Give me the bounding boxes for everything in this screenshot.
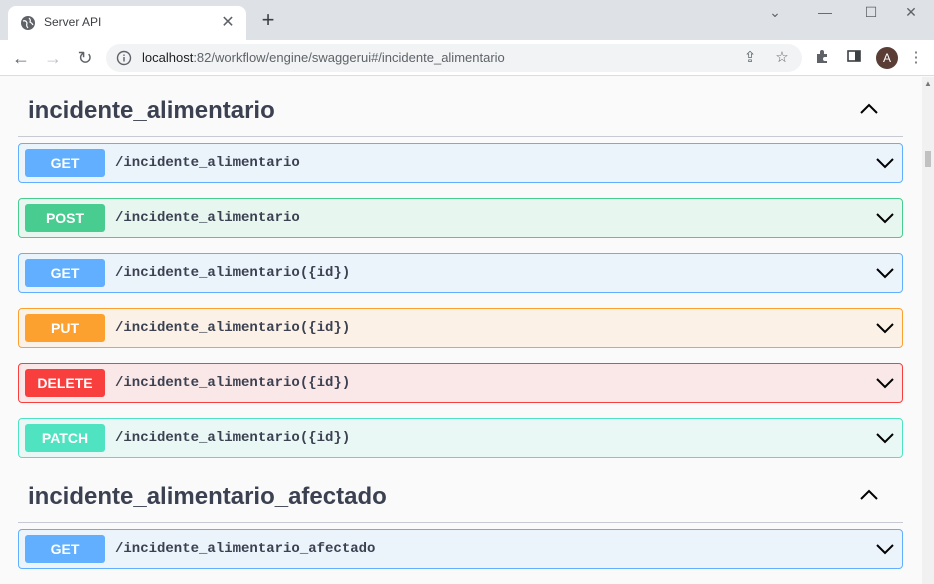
section-title: incidente_alimentario [28,97,275,124]
chevron-up-icon[interactable] [859,101,879,115]
scroll-up-arrow-icon[interactable]: ▲ [924,79,932,88]
operation-path: /incidente_alimentario({id}) [115,375,351,391]
minimize-button[interactable]: — [802,0,848,24]
chevron-down-icon[interactable] [876,156,894,170]
section-title: incidente_alimentario_afectado [28,483,387,510]
url-host: localhost [142,50,194,65]
operation-get-list[interactable]: GET /incidente_alimentario [18,143,903,183]
chevron-down-icon[interactable] [876,376,894,390]
profile-avatar[interactable]: A [876,47,898,69]
forward-button[interactable]: → [40,45,66,71]
operation-get-afectado[interactable]: GET /incidente_alimentario_afectado [18,529,903,569]
operation-get-by-id[interactable]: GET /incidente_alimentario({id}) [18,253,903,293]
chevron-down-icon[interactable] [876,211,894,225]
scrollbar[interactable]: ▲ [922,77,934,584]
operation-post[interactable]: POST /incidente_alimentario [18,198,903,238]
new-tab-button[interactable]: + [256,9,280,33]
menu-kebab-icon[interactable]: ⋮ [906,48,926,68]
method-badge: POST [25,204,105,232]
bookmark-star-icon[interactable]: ☆ [772,48,792,68]
browser-tab[interactable]: Server API ✕ [8,6,246,40]
swagger-page: incidente_alimentario GET /incidente_ali… [0,77,922,584]
section-header[interactable]: incidente_alimentario_afectado [18,463,903,523]
share-icon[interactable]: ⇪ [740,48,760,68]
chevron-down-icon[interactable] [876,542,894,556]
chevron-down-icon[interactable] [876,321,894,335]
address-bar[interactable]: localhost:82/workflow/engine/swaggerui#/… [106,44,802,72]
operation-path: /incidente_alimentario({id}) [115,430,351,446]
section-incidente-alimentario: incidente_alimentario [18,77,903,137]
side-panel-icon[interactable] [844,48,864,68]
section-incidente-alimentario-afectado: incidente_alimentario_afectado [18,463,903,523]
operation-path: /incidente_alimentario_afectado [115,541,376,557]
operation-path: /incidente_alimentario [115,210,300,226]
method-badge: PUT [25,314,105,342]
operation-path: /incidente_alimentario({id}) [115,320,351,336]
method-badge: GET [25,259,105,287]
method-badge: PATCH [25,424,105,452]
extensions-icon[interactable] [812,48,832,68]
tab-title: Server API [44,15,102,29]
globe-icon [20,15,36,31]
method-badge: GET [25,149,105,177]
tab-search-icon[interactable]: ⌄ [760,0,790,24]
chevron-down-icon[interactable] [876,431,894,445]
chevron-down-icon[interactable] [876,266,894,280]
info-icon[interactable] [116,50,132,66]
chevron-up-icon[interactable] [859,487,879,501]
url-text[interactable]: localhost:82/workflow/engine/swaggerui#/… [142,50,505,65]
back-button[interactable]: ← [8,45,34,71]
operation-put[interactable]: PUT /incidente_alimentario({id}) [18,308,903,348]
operation-path: /incidente_alimentario({id}) [115,265,351,281]
operation-path: /incidente_alimentario [115,155,300,171]
browser-toolbar: ← → ↻ localhost:82/workflow/engine/swagg… [0,40,934,76]
section-header[interactable]: incidente_alimentario [18,77,903,137]
tab-close-icon[interactable]: ✕ [218,13,238,33]
url-path: :82/workflow/engine/swaggerui#/incidente… [193,50,505,65]
scroll-thumb[interactable] [925,151,931,167]
operation-delete[interactable]: DELETE /incidente_alimentario({id}) [18,363,903,403]
operation-patch[interactable]: PATCH /incidente_alimentario({id}) [18,418,903,458]
reload-button[interactable]: ↻ [72,45,98,71]
tab-strip: Server API ✕ + ⌄ — ☐ ✕ [0,0,934,40]
close-window-button[interactable]: ✕ [888,0,934,24]
method-badge: DELETE [25,369,105,397]
method-badge: GET [25,535,105,563]
